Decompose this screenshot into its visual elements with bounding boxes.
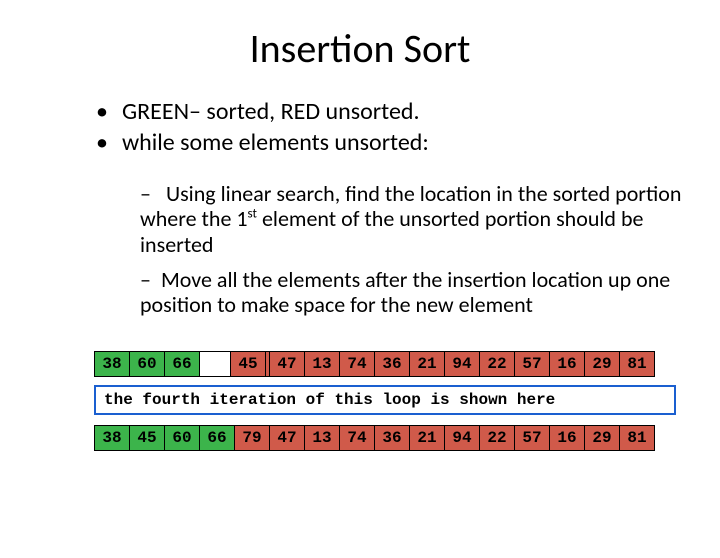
array-cell: 66 bbox=[200, 425, 235, 451]
array-cell: 29 bbox=[585, 425, 620, 451]
array-before-wrap: 45 386066794713743621942257162981 bbox=[94, 351, 682, 377]
array-cell: 22 bbox=[480, 351, 515, 377]
array-cell: 81 bbox=[620, 425, 655, 451]
array-cell: 60 bbox=[130, 351, 165, 377]
array-cell: 21 bbox=[410, 351, 445, 377]
array-cell: 94 bbox=[445, 425, 480, 451]
bullet-linear-search: Using linear search, find the location i… bbox=[140, 181, 682, 257]
slide-title: Insertion Sort bbox=[38, 24, 682, 73]
slide: Insertion Sort GREEN– sorted, RED unsort… bbox=[0, 0, 720, 558]
bullet-while: while some elements unsorted: bbox=[96, 128, 682, 157]
array-cell: 21 bbox=[410, 425, 445, 451]
array-cell: 81 bbox=[620, 351, 655, 377]
array-cell: 36 bbox=[375, 351, 410, 377]
array-cell: 16 bbox=[550, 351, 585, 377]
array-cell: 47 bbox=[270, 351, 305, 377]
array-cell: 38 bbox=[94, 425, 130, 451]
array-cell: 45 bbox=[130, 425, 165, 451]
array-cell: 16 bbox=[550, 425, 585, 451]
array-cell: 79 bbox=[235, 425, 270, 451]
array-cell: 36 bbox=[375, 425, 410, 451]
array-cell: 57 bbox=[515, 425, 550, 451]
iteration-caption: the fourth iteration of this loop is sho… bbox=[94, 385, 676, 415]
array-cell: 47 bbox=[270, 425, 305, 451]
floating-element: 45 bbox=[230, 351, 266, 377]
array-cell: 74 bbox=[340, 425, 375, 451]
array-after: 38456066794713743621942257162981 bbox=[94, 425, 682, 451]
array-cell: 57 bbox=[515, 351, 550, 377]
bullet-list-level2: Using linear search, find the location i… bbox=[100, 181, 682, 317]
array-cell: 29 bbox=[585, 351, 620, 377]
array-cell: 22 bbox=[480, 425, 515, 451]
array-cell: 94 bbox=[445, 351, 480, 377]
array-cell: 60 bbox=[165, 425, 200, 451]
array-cell: 74 bbox=[340, 351, 375, 377]
bullet-green-red: GREEN– sorted, RED unsorted. bbox=[96, 97, 682, 126]
superscript: st bbox=[248, 205, 257, 222]
array-cell: 13 bbox=[305, 351, 340, 377]
array-cell: 13 bbox=[305, 425, 340, 451]
bullet-move-elements: Move all the elements after the insertio… bbox=[140, 267, 682, 318]
array-cell: 38 bbox=[94, 351, 130, 377]
bullet-list-level1: GREEN– sorted, RED unsorted. while some … bbox=[56, 97, 682, 157]
array-before: 386066794713743621942257162981 bbox=[94, 351, 682, 377]
array-cell: 66 bbox=[165, 351, 200, 377]
